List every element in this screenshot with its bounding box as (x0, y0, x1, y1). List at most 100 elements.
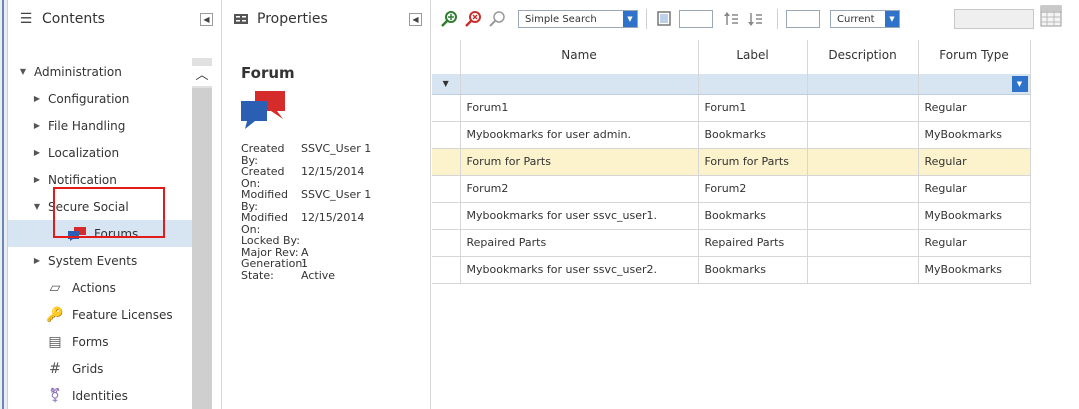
expand-right-icon[interactable]: ▶ (32, 148, 42, 157)
tree-item-actions[interactable]: ▱ Actions (8, 274, 192, 301)
scroll-up-icon[interactable]: ︿ (192, 66, 212, 86)
table-row[interactable]: Mybookmarks for user ssvc_user2. Bookmark… (432, 256, 1031, 284)
cell-name[interactable]: Repaired Parts (460, 229, 699, 257)
tree-item-system-events[interactable]: ▶ System Events (8, 247, 192, 274)
cell-name[interactable]: Mybookmarks for user ssvc_user1. (460, 202, 699, 230)
tree-item-feature-licenses[interactable]: 🔑 Feature Licenses (8, 301, 192, 328)
scrollbar-thumb[interactable] (192, 88, 212, 409)
table-row[interactable]: Forum2 Forum2 Regular (432, 175, 1031, 203)
saved-search-icon[interactable] (488, 9, 508, 29)
tree-item-configuration[interactable]: ▶ Configuration (8, 85, 192, 112)
property-row: Created On: 12/15/2014 (241, 166, 381, 189)
tree-item-file-handling[interactable]: ▶ File Handling (8, 112, 192, 139)
hamburger-menu-icon[interactable]: ☰ (18, 11, 34, 27)
cell-forum-type[interactable]: Regular (918, 148, 1031, 176)
grid-layout-icon[interactable] (1040, 5, 1062, 27)
table-row[interactable]: Mybookmarks for user admin. Bookmarks MyBo… (432, 121, 1031, 149)
sort-up-icon[interactable] (721, 9, 741, 29)
column-header-name[interactable]: Name (460, 40, 699, 74)
column-header-forum-type[interactable]: Forum Type (918, 40, 1031, 74)
left-edge-strip (0, 0, 8, 409)
expand-right-icon[interactable]: ▶ (32, 175, 42, 184)
add-search-icon[interactable] (440, 9, 460, 29)
expand-down-icon[interactable]: ▼ (32, 202, 42, 211)
toolbar-text-box[interactable] (954, 9, 1034, 29)
cell-label[interactable]: Bookmarks (698, 256, 808, 284)
row-selector[interactable] (432, 229, 461, 257)
search-mode-select[interactable]: Simple Search ▼ (518, 10, 638, 28)
table-row[interactable]: Repaired Parts Repaired Parts Regular (432, 229, 1031, 257)
cell-description[interactable] (807, 175, 919, 203)
contents-title: Contents (42, 11, 105, 27)
cell-forum-type[interactable]: Regular (918, 94, 1031, 122)
page-number-input[interactable] (786, 10, 820, 28)
cell-forum-type[interactable]: Regular (918, 175, 1031, 203)
row-selector[interactable] (432, 256, 461, 284)
cell-description[interactable] (807, 121, 919, 149)
column-header-description[interactable]: Description (807, 40, 919, 74)
tree-item-forums[interactable]: Forums (8, 220, 192, 247)
cell-description[interactable] (807, 148, 919, 176)
cell-name[interactable]: Forum for Parts (460, 148, 699, 176)
cell-label[interactable]: Forum2 (698, 175, 808, 203)
table-row[interactable]: Forum1 Forum1 Regular (432, 94, 1031, 122)
cell-label[interactable]: Bookmarks (698, 121, 808, 149)
table-row[interactable]: Forum for Parts Forum for Parts Regular (432, 148, 1031, 176)
row-selector[interactable] (432, 202, 461, 230)
filter-row-arrow-icon[interactable]: ▼ (432, 74, 461, 95)
filter-cell-label[interactable] (698, 74, 808, 95)
cell-forum-type[interactable]: Regular (918, 229, 1031, 257)
cell-label[interactable]: Forum for Parts (698, 148, 808, 176)
row-selector[interactable] (432, 121, 461, 149)
cell-label[interactable]: Forum1 (698, 94, 808, 122)
tree-item-grids[interactable]: # Grids (8, 355, 192, 382)
row-selector[interactable] (432, 175, 461, 203)
collapse-properties-button[interactable]: ◀ (409, 13, 422, 26)
tree-item-label: System Events (48, 253, 138, 268)
tree-item-forms[interactable]: ▤ Forms (8, 328, 192, 355)
expand-down-icon[interactable]: ▼ (18, 67, 28, 76)
row-selector[interactable] (432, 148, 461, 176)
expand-right-icon[interactable]: ▶ (32, 256, 42, 265)
page-size-icon[interactable] (655, 9, 675, 29)
version-select[interactable]: Current ▼ (830, 10, 900, 28)
filter-cell-forum-type[interactable]: ▼ (918, 74, 1031, 95)
tree-item-localization[interactable]: ▶ Localization (8, 139, 192, 166)
cell-description[interactable] (807, 94, 919, 122)
chevron-down-icon[interactable]: ▼ (623, 11, 637, 27)
table-row[interactable]: Mybookmarks for user ssvc_user1. Bookmark… (432, 202, 1031, 230)
filter-cell-name[interactable] (460, 74, 699, 95)
cell-name[interactable]: Forum1 (460, 94, 699, 122)
cell-name[interactable]: Forum2 (460, 175, 699, 203)
cell-forum-type[interactable]: MyBookmarks (918, 121, 1031, 149)
clear-search-icon[interactable] (464, 9, 484, 29)
row-selector[interactable] (432, 94, 461, 122)
chevron-down-icon[interactable]: ▼ (1011, 76, 1028, 92)
property-row: Modified On: 12/15/2014 (241, 212, 381, 235)
cell-description[interactable] (807, 229, 919, 257)
property-value: SSVC_User 1 (301, 188, 372, 201)
tree-item-label: Grids (72, 361, 104, 376)
cell-label[interactable]: Bookmarks (698, 202, 808, 230)
filter-cell-description[interactable] (807, 74, 919, 95)
chevron-down-icon[interactable]: ▼ (885, 11, 899, 27)
tree-item-administration[interactable]: ▼ Administration (8, 58, 192, 85)
sort-down-icon[interactable] (745, 9, 765, 29)
tree-item-identities[interactable]: ⚧ Identities (8, 382, 192, 409)
expand-right-icon[interactable]: ▶ (32, 121, 42, 130)
tree-item-secure-social[interactable]: ▼ Secure Social (8, 193, 192, 220)
tree-item-notification[interactable]: ▶ Notification (8, 166, 192, 193)
cell-description[interactable] (807, 202, 919, 230)
cell-forum-type[interactable]: MyBookmarks (918, 256, 1031, 284)
tree-item-label: File Handling (48, 118, 126, 133)
expand-right-icon[interactable]: ▶ (32, 94, 42, 103)
cell-forum-type[interactable]: MyBookmarks (918, 202, 1031, 230)
cell-label[interactable]: Repaired Parts (698, 229, 808, 257)
cell-name[interactable]: Mybookmarks for user admin. (460, 121, 699, 149)
tree-scrollbar[interactable]: ︿ (192, 58, 212, 409)
cell-name[interactable]: Mybookmarks for user ssvc_user2. (460, 256, 699, 284)
column-header-label[interactable]: Label (698, 40, 808, 74)
collapse-contents-button[interactable]: ◀ (200, 13, 213, 26)
page-size-input[interactable] (679, 10, 713, 28)
cell-description[interactable] (807, 256, 919, 284)
